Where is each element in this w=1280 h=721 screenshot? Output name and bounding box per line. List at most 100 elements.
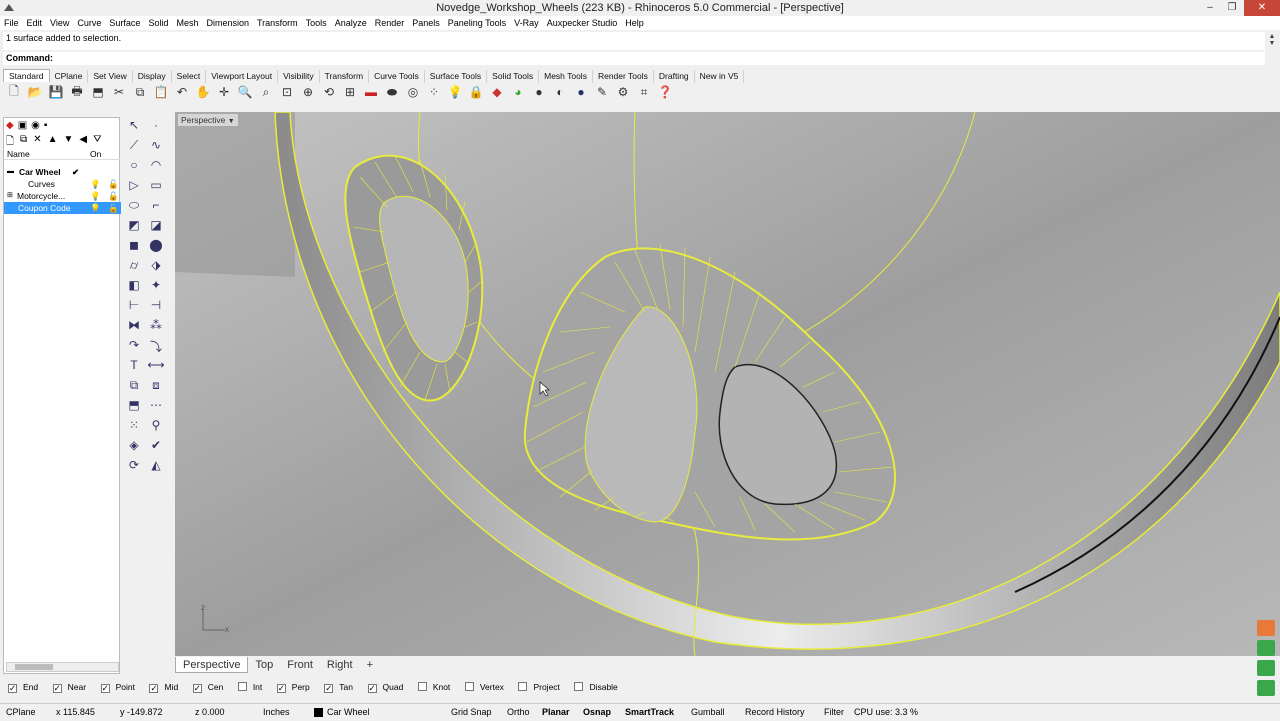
render-tool-icon[interactable]: ⋯: [146, 398, 166, 416]
car-icon[interactable]: ▬: [362, 83, 380, 101]
move-icon[interactable]: ↷: [124, 338, 144, 356]
add-viewport-tab[interactable]: +: [360, 657, 380, 673]
menu-mesh[interactable]: Mesh: [172, 16, 202, 30]
layer-row[interactable]: ▬ Car Wheel ✔: [4, 166, 121, 178]
osnap-mid[interactable]: ✓ Mid: [149, 679, 184, 695]
mesh-icon[interactable]: ◧: [124, 278, 144, 296]
checkbox-icon[interactable]: [417, 682, 427, 691]
points-icon[interactable]: ⁘: [425, 83, 443, 101]
osnap-int[interactable]: Int: [237, 679, 268, 695]
tab-top[interactable]: Top: [248, 657, 280, 673]
checkbox-icon[interactable]: [574, 682, 584, 691]
zoom-extents-icon[interactable]: ⊡: [278, 83, 296, 101]
layer-row[interactable]: Curves 💡 🔓: [4, 178, 121, 190]
join-icon[interactable]: ⧓: [124, 318, 144, 336]
record-history-toggle[interactable]: Record History: [745, 704, 805, 721]
checkbox-icon[interactable]: [464, 682, 474, 691]
osnap-point[interactable]: ✓ Point: [100, 679, 141, 695]
lock-icon[interactable]: 🔒: [467, 83, 485, 101]
extrude-icon[interactable]: ⬗: [146, 258, 166, 276]
ellipse-icon[interactable]: ⬭: [124, 198, 144, 216]
grid-icon[interactable]: ⌗: [635, 83, 653, 101]
menu-paneling-tools[interactable]: Paneling Tools: [444, 16, 510, 30]
tab-front[interactable]: Front: [280, 657, 320, 673]
minimize-button[interactable]: –: [1200, 0, 1220, 16]
planar-toggle[interactable]: Planar: [542, 704, 570, 721]
tab-viewport-layout[interactable]: Viewport Layout: [206, 70, 279, 83]
current-layer[interactable]: Car Wheel: [327, 704, 370, 721]
light-icon[interactable]: 💡: [446, 83, 464, 101]
tab-transform[interactable]: Transform: [320, 70, 370, 83]
lock-icon[interactable]: 🔓: [108, 178, 119, 190]
expand-icon[interactable]: ⊞: [7, 190, 13, 202]
tab-render-tools[interactable]: Render Tools: [593, 70, 654, 83]
tab-display[interactable]: Display: [133, 70, 172, 83]
osnap-near[interactable]: ✓ Near: [52, 679, 92, 695]
units-label[interactable]: Inches: [263, 704, 290, 721]
close-button[interactable]: ✕: [1244, 0, 1280, 16]
scrollbar-thumb[interactable]: [15, 664, 53, 670]
rendered-sphere-icon[interactable]: ●: [572, 83, 590, 101]
menu-transform[interactable]: Transform: [253, 16, 302, 30]
menu-vray[interactable]: V-Ray: [510, 16, 543, 30]
copy-tool-icon[interactable]: ⤵: [146, 338, 166, 356]
menu-tools[interactable]: Tools: [302, 16, 331, 30]
text-icon[interactable]: T: [124, 358, 144, 376]
color-wheel-icon[interactable]: ◕: [509, 83, 527, 101]
lightbulb-icon[interactable]: 💡: [90, 178, 101, 190]
box-icon[interactable]: ◼: [124, 238, 144, 256]
tab-mesh-tools[interactable]: Mesh Tools: [539, 70, 593, 83]
zoom-selected-icon[interactable]: ⊕: [299, 83, 317, 101]
checkbox-icon[interactable]: ✓: [100, 684, 110, 693]
display-tab-icon[interactable]: ◉: [31, 120, 40, 131]
split-icon[interactable]: ⊣: [146, 298, 166, 316]
viewport-menu-icon[interactable]: ▼: [228, 118, 235, 125]
polygon-icon[interactable]: ▷: [124, 178, 144, 196]
rotate-icon[interactable]: ⟳: [124, 458, 144, 476]
osnap-knot[interactable]: Knot: [417, 679, 457, 695]
tab-drafting[interactable]: Drafting: [654, 70, 695, 83]
rectangle-icon[interactable]: ▭: [146, 178, 166, 196]
layer-row[interactable]: ⊞ Motorcycle... 💡 🔓: [4, 190, 121, 202]
checkbox-icon[interactable]: ✓: [8, 684, 17, 693]
lightbulb-icon[interactable]: 💡: [90, 202, 101, 214]
zoom-window-icon[interactable]: ⌕: [257, 83, 275, 101]
save-icon[interactable]: 💾: [47, 83, 65, 101]
menu-help[interactable]: Help: [621, 16, 648, 30]
perspective-viewport[interactable]: z x Perspective ▼: [175, 112, 1280, 656]
menu-analyze[interactable]: Analyze: [331, 16, 371, 30]
history-scroll-arrows[interactable]: ▲ ▼: [1267, 33, 1277, 47]
menu-surface[interactable]: Surface: [105, 16, 144, 30]
menu-edit[interactable]: Edit: [23, 16, 47, 30]
cylinder-icon[interactable]: ⌭: [124, 258, 144, 276]
new-file-icon[interactable]: 🗋: [5, 83, 23, 101]
rhino-orange-icon[interactable]: [1257, 620, 1275, 636]
menu-render[interactable]: Render: [371, 16, 409, 30]
tab-standard[interactable]: Standard: [3, 69, 50, 82]
tab-right[interactable]: Right: [320, 657, 360, 673]
point-icon[interactable]: ·: [146, 118, 166, 136]
print-icon[interactable]: 🖶: [68, 83, 86, 101]
checkbox-icon[interactable]: [237, 682, 247, 691]
tab-visibility[interactable]: Visibility: [278, 70, 320, 83]
osnap-cen[interactable]: ✓ Cen: [192, 679, 230, 695]
undo-view-icon[interactable]: ⟲: [320, 83, 338, 101]
polyline-icon[interactable]: ⟋: [124, 138, 144, 156]
four-views-icon[interactable]: ⊞: [341, 83, 359, 101]
lock-icon[interactable]: 🔓: [108, 202, 119, 214]
snap-icon[interactable]: ◎: [404, 83, 422, 101]
camera-icon[interactable]: [1257, 660, 1275, 676]
checkbox-icon[interactable]: ✓: [149, 684, 159, 693]
curve-icon[interactable]: ∿: [146, 138, 166, 156]
osnap-vertex[interactable]: Vertex: [464, 679, 510, 695]
menu-panels[interactable]: Panels: [408, 16, 444, 30]
help-icon[interactable]: ❓: [656, 83, 674, 101]
green-download-icon[interactable]: [1257, 640, 1275, 656]
trim-icon[interactable]: ⊢: [124, 298, 144, 316]
lightbulb-icon[interactable]: 💡: [90, 190, 101, 202]
smarttrack-toggle[interactable]: SmartTrack: [625, 704, 674, 721]
gumball-icon[interactable]: ⚲: [146, 418, 166, 436]
analyze-icon[interactable]: ◈: [124, 438, 144, 456]
group-icon[interactable]: ⧉: [124, 378, 144, 396]
collapse-icon[interactable]: ▬: [7, 166, 14, 178]
